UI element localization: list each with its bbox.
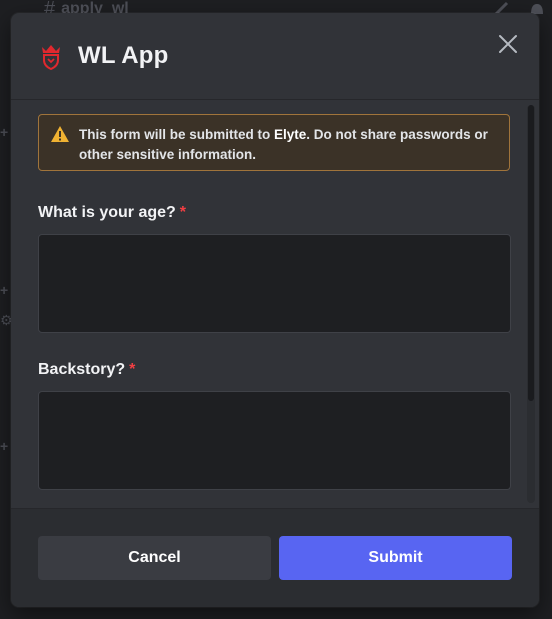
cancel-button[interactable]: Cancel	[38, 536, 271, 580]
age-label-text: What is your age?	[38, 204, 176, 221]
app-modal: WL App This form will be submitted to El…	[11, 13, 539, 607]
crown-shield-icon	[42, 45, 60, 70]
background-plus-icon: +	[0, 124, 9, 140]
required-marker: *	[129, 361, 136, 378]
modal-footer: Cancel Submit	[11, 508, 539, 607]
warning-brand: Elyte	[274, 127, 307, 142]
required-marker: *	[179, 204, 187, 221]
background-plus-icon: +	[0, 438, 9, 454]
age-input[interactable]	[38, 234, 511, 333]
warning-text-before: This form will be submitted to	[79, 127, 275, 142]
backstory-input[interactable]	[38, 391, 511, 490]
modal-body: This form will be submitted to Elyte. Do…	[11, 100, 539, 508]
warning-text: This form will be submitted to Elyte. Do…	[79, 125, 501, 165]
scrollbar-thumb[interactable]	[528, 105, 534, 401]
backstory-field-label: Backstory? *	[38, 361, 135, 379]
modal-header: WL App	[11, 13, 539, 99]
warning-icon	[51, 126, 69, 142]
age-field-label: What is your age? *	[38, 204, 186, 222]
warning-banner: This form will be submitted to Elyte. Do…	[38, 114, 510, 171]
submit-button[interactable]: Submit	[279, 536, 512, 580]
background-plus-icon: +	[0, 282, 9, 298]
close-icon[interactable]	[497, 33, 519, 55]
modal-title: WL App	[78, 42, 169, 69]
backstory-label-text: Backstory?	[38, 361, 126, 378]
